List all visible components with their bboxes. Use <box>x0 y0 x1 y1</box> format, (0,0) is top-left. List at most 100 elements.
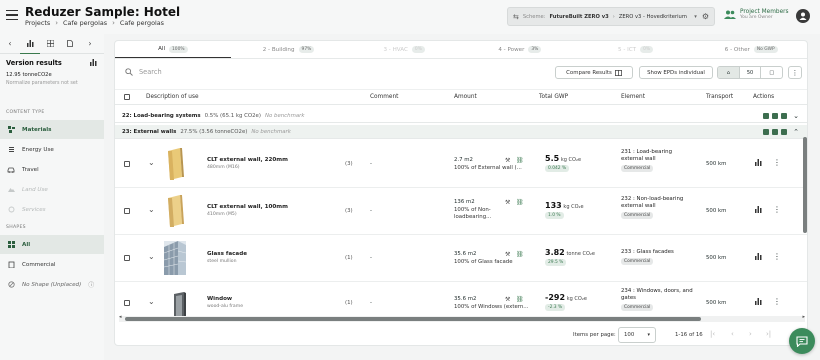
select-all-checkbox[interactable] <box>124 94 130 100</box>
tab-all[interactable]: All 100% <box>115 41 231 58</box>
more-vert-icon[interactable]: ⋮ <box>773 158 781 167</box>
breadcrumb-project[interactable]: Cafe pergolas <box>63 19 107 27</box>
chevron-down-icon[interactable]: ⌄ <box>148 252 155 261</box>
chevron-down-icon[interactable]: ▾ <box>694 14 697 20</box>
compare-results-button[interactable]: Compare Results <box>555 66 633 79</box>
table-row[interactable]: ⌄ Window wood-alu frame (1) - 35.6 m2 10… <box>115 282 807 316</box>
sidebar-item-energy[interactable]: Energy Use <box>0 140 104 159</box>
table-row[interactable]: ⌄ CLT external wall, 100mm 410mm (M5) (3… <box>115 188 807 235</box>
chart-icon[interactable] <box>90 59 97 68</box>
last-page-icon[interactable]: ›| <box>766 330 771 338</box>
view-50-toggle[interactable]: 50 <box>740 67 762 78</box>
show-epds-button[interactable]: Show EPDs individual <box>639 66 713 79</box>
sidebar-item-travel[interactable]: Travel <box>0 160 104 179</box>
sidebar-item-unplaced[interactable]: No Shape (Unplaced) ⓘ <box>0 275 104 294</box>
table-row[interactable]: ⌄ CLT external wall, 220mm 480mm (M16) (… <box>115 141 807 188</box>
bar-chart-icon[interactable] <box>755 206 762 215</box>
copy-icon[interactable] <box>781 113 788 119</box>
add-icon[interactable] <box>763 129 770 135</box>
search-input[interactable]: Search <box>125 68 162 76</box>
comment[interactable]: - <box>370 300 372 306</box>
col-element[interactable]: Element <box>621 94 645 100</box>
group-note: No benchmark <box>264 112 305 119</box>
collapse-right-icon[interactable]: › <box>80 34 100 54</box>
tab-other[interactable]: 6 - Other No GWP <box>693 41 807 58</box>
menu-icon[interactable] <box>6 10 18 20</box>
row-checkbox[interactable] <box>124 255 130 261</box>
magic-icon[interactable]: ⚒ <box>505 296 510 303</box>
first-page-icon[interactable]: |‹ <box>710 330 715 338</box>
more-vert-icon[interactable]: ⋮ <box>788 66 802 79</box>
scheme-selector[interactable]: ⇆ Scheme: FutureBuilt ZERO v3 › ZERO v3 … <box>507 7 715 26</box>
bar-chart-icon[interactable] <box>755 253 762 262</box>
link-icon[interactable]: ⛓ <box>516 157 524 164</box>
col-transport[interactable]: Transport <box>706 94 733 100</box>
view-home-toggle[interactable]: ⌂ <box>718 67 740 78</box>
col-description[interactable]: Description of use <box>146 94 199 100</box>
more-vert-icon[interactable]: ⋮ <box>773 205 781 214</box>
transport-value[interactable]: 500 km <box>706 208 726 214</box>
comment[interactable]: - <box>370 161 372 167</box>
view-box-toggle[interactable]: □ <box>761 67 782 78</box>
link-icon[interactable]: ⛓ <box>516 251 524 258</box>
tab-results[interactable] <box>20 34 40 54</box>
project-members[interactable]: Project Members You are Owner <box>724 9 789 20</box>
row-checkbox[interactable] <box>124 208 130 214</box>
magic-icon[interactable]: ⚒ <box>505 157 510 164</box>
row-checkbox[interactable] <box>124 161 130 167</box>
chevron-down-icon[interactable]: ⌄ <box>148 297 155 306</box>
prev-page-icon[interactable]: ‹ <box>731 330 734 338</box>
grid-icon[interactable] <box>772 113 779 119</box>
more-vert-icon[interactable]: ⋮ <box>773 297 781 306</box>
scrollbar-thumb[interactable] <box>803 137 807 233</box>
next-page-icon[interactable]: › <box>749 330 752 338</box>
table-row[interactable]: ⌄ Glass facade steel mullion (1) - 35.6 … <box>115 235 807 282</box>
chevron-down-icon[interactable]: ⌄ <box>148 158 155 167</box>
avatar[interactable] <box>796 9 810 23</box>
col-amount[interactable]: Amount <box>454 94 477 100</box>
link-icon[interactable]: ⛓ <box>516 296 524 303</box>
info-icon[interactable]: ⓘ <box>88 280 94 289</box>
group-row-load-bearing[interactable]: 22: Load-bearing systems 0.5% (65.1 kg C… <box>115 109 807 123</box>
more-vert-icon[interactable]: ⋮ <box>773 252 781 261</box>
horizontal-scrollbar[interactable]: ◂ ▸ <box>119 314 805 322</box>
collapse-left-icon[interactable]: ‹ <box>0 34 20 54</box>
transport-value[interactable]: 500 km <box>706 255 726 261</box>
add-icon[interactable] <box>763 113 770 119</box>
magic-icon[interactable]: ⚒ <box>505 251 510 258</box>
transport-value[interactable]: 500 km <box>706 161 726 167</box>
transport-value[interactable]: 500 km <box>706 300 726 306</box>
tab-document[interactable] <box>60 34 80 54</box>
chevron-down-icon[interactable]: ⌄ <box>148 205 155 214</box>
col-comment[interactable]: Comment <box>370 94 398 100</box>
breadcrumb-projects[interactable]: Projects <box>25 19 50 27</box>
bar-chart-icon[interactable] <box>755 298 762 307</box>
comment[interactable]: - <box>370 255 372 261</box>
bar-chart-icon[interactable] <box>755 159 762 168</box>
scroll-left-icon[interactable]: ◂ <box>119 314 122 320</box>
vertical-scrollbar[interactable] <box>803 105 807 313</box>
link-icon[interactable]: ⛓ <box>516 199 524 206</box>
sidebar-item-all-shapes[interactable]: All <box>0 235 104 254</box>
tab-grid[interactable] <box>40 34 60 54</box>
chat-button[interactable] <box>789 328 815 354</box>
copy-icon[interactable] <box>781 129 788 135</box>
chevron-up-icon[interactable]: ⌃ <box>793 128 799 136</box>
tab-power[interactable]: 4 - Power 3% <box>462 41 578 58</box>
col-total-gwp[interactable]: Total GWP <box>539 94 568 100</box>
grid-icon[interactable] <box>772 129 779 135</box>
tab-building[interactable]: 2 - Building 97% <box>231 41 347 58</box>
amount-value: 2.7 m2 <box>454 157 473 163</box>
sidebar-item-commercial[interactable]: Commercial <box>0 255 104 274</box>
row-checkbox[interactable] <box>124 300 130 306</box>
scroll-right-icon[interactable]: ▸ <box>802 314 805 320</box>
group-row-external-walls[interactable]: 23: External walls 27.5% (3.56 tonneCO2e… <box>115 125 807 139</box>
magic-icon[interactable]: ⚒ <box>505 199 510 206</box>
comment[interactable]: - <box>370 208 372 214</box>
gear-icon[interactable]: ⚙ <box>702 12 709 21</box>
sidebar-item-materials[interactable]: Materials <box>0 120 104 139</box>
items-per-page-select[interactable]: 100 ▾ <box>618 327 656 343</box>
scrollbar-thumb[interactable] <box>125 317 701 321</box>
breadcrumb-version[interactable]: Cafe pergolas <box>120 19 164 27</box>
chevron-down-icon[interactable]: ⌄ <box>793 112 799 120</box>
